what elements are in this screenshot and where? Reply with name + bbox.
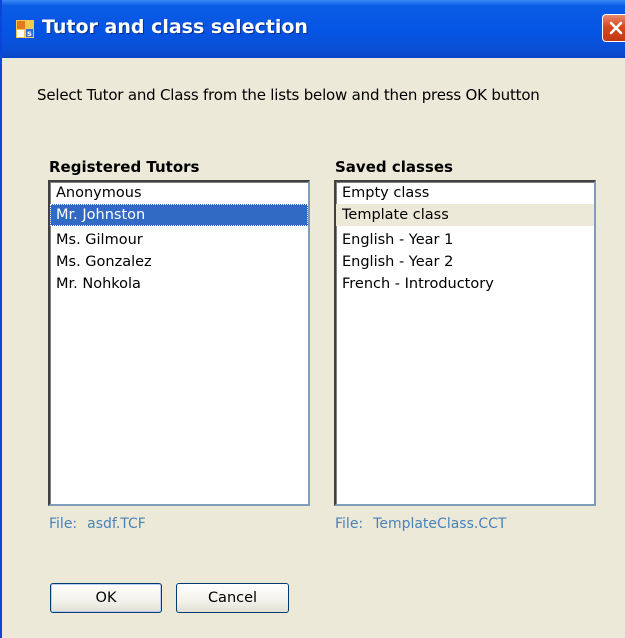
title-bar[interactable]: s Tutor and class selection xyxy=(2,0,625,58)
classes-listbox[interactable]: Empty class Template class English - Yea… xyxy=(334,180,596,506)
list-item[interactable]: English - Year 1 xyxy=(336,229,594,251)
list-item[interactable]: Ms. Gonzalez xyxy=(50,251,308,273)
classes-file-info: File: TemplateClass.CCT xyxy=(335,516,506,532)
list-item[interactable]: French - Introductory xyxy=(336,273,594,295)
list-item[interactable]: Ms. Gilmour xyxy=(50,229,308,251)
tutors-file-name: asdf.TCF xyxy=(87,516,146,532)
list-item[interactable]: Anonymous xyxy=(50,182,308,204)
svg-text:s: s xyxy=(27,29,32,38)
app-icon: s xyxy=(16,20,34,38)
close-icon xyxy=(609,21,623,35)
list-item[interactable]: English - Year 2 xyxy=(336,251,594,273)
instruction-text: Select Tutor and Class from the lists be… xyxy=(37,86,540,104)
cancel-button[interactable]: Cancel xyxy=(176,583,289,613)
tutors-label: Registered Tutors xyxy=(49,158,200,176)
close-button[interactable] xyxy=(602,14,625,42)
file-label: File: xyxy=(335,516,364,532)
list-item[interactable]: Mr. Nohkola xyxy=(50,273,308,295)
classes-file-name: TemplateClass.CCT xyxy=(373,516,507,532)
window-title: Tutor and class selection xyxy=(42,16,308,38)
dialog-window: s Tutor and class selection Select Tutor… xyxy=(0,0,625,638)
tutors-listbox[interactable]: Anonymous Mr. Johnston Ms. Gilmour Ms. G… xyxy=(48,180,310,506)
list-item-selected[interactable]: Template class xyxy=(336,204,594,226)
file-label: File: xyxy=(49,516,78,532)
ok-button[interactable]: OK xyxy=(50,583,162,613)
tutors-file-info: File: asdf.TCF xyxy=(49,516,146,532)
list-item[interactable]: Empty class xyxy=(336,182,594,204)
classes-label: Saved classes xyxy=(335,158,453,176)
list-item-selected[interactable]: Mr. Johnston xyxy=(50,204,308,226)
